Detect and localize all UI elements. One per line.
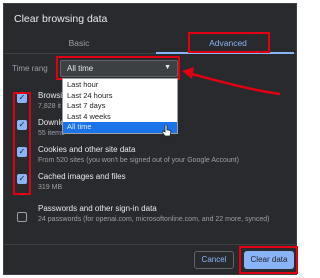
annotation-box-advanced-tab [188, 32, 270, 53]
item-title: Downlo [38, 118, 65, 127]
checkbox-unchecked-icon[interactable] [17, 212, 27, 222]
clear-browsing-data-dialog: Clear browsing data Basic Advanced Time … [3, 3, 298, 275]
time-range-label: Time rang [12, 64, 48, 73]
option-last-24-hours[interactable]: Last 24 hours [63, 91, 177, 102]
dialog-title: Clear browsing data [14, 13, 108, 25]
annotation-box-checkboxes [13, 92, 31, 195]
item-subtitle: 55 items [38, 130, 65, 137]
item-subtitle: 319 MB [38, 184, 63, 191]
annotation-box-time-range [56, 56, 180, 80]
item-subtitle: From 520 sites (you won't be signed out … [38, 157, 239, 164]
item-title: Passwords and other sign-in data [38, 204, 157, 213]
item-subtitle: 24 passwords (for openai.com, microsofto… [38, 216, 270, 223]
time-range-dropdown: Last hour Last 24 hours Last 7 days Last… [62, 78, 178, 134]
screenshot-frame: Clear browsing data Basic Advanced Time … [0, 0, 300, 278]
option-all-time[interactable]: All time [63, 122, 177, 133]
red-arrow-icon [182, 67, 281, 96]
footer-divider [4, 244, 296, 245]
annotation-box-clear-data [239, 246, 298, 274]
item-title: Cookies and other site data [38, 145, 136, 154]
cancel-button[interactable]: Cancel [194, 251, 234, 269]
tab-bar: Basic Advanced [4, 32, 296, 54]
item-title: Cached images and files [38, 172, 126, 181]
option-last-hour[interactable]: Last hour [63, 80, 177, 91]
tab-basic[interactable]: Basic [34, 35, 124, 51]
option-last-7-days[interactable]: Last 7 days [63, 101, 177, 112]
option-last-4-weeks[interactable]: Last 4 weeks [63, 112, 177, 123]
mouse-cursor-icon [162, 125, 172, 137]
item-subtitle: 7,828 it [38, 103, 61, 110]
